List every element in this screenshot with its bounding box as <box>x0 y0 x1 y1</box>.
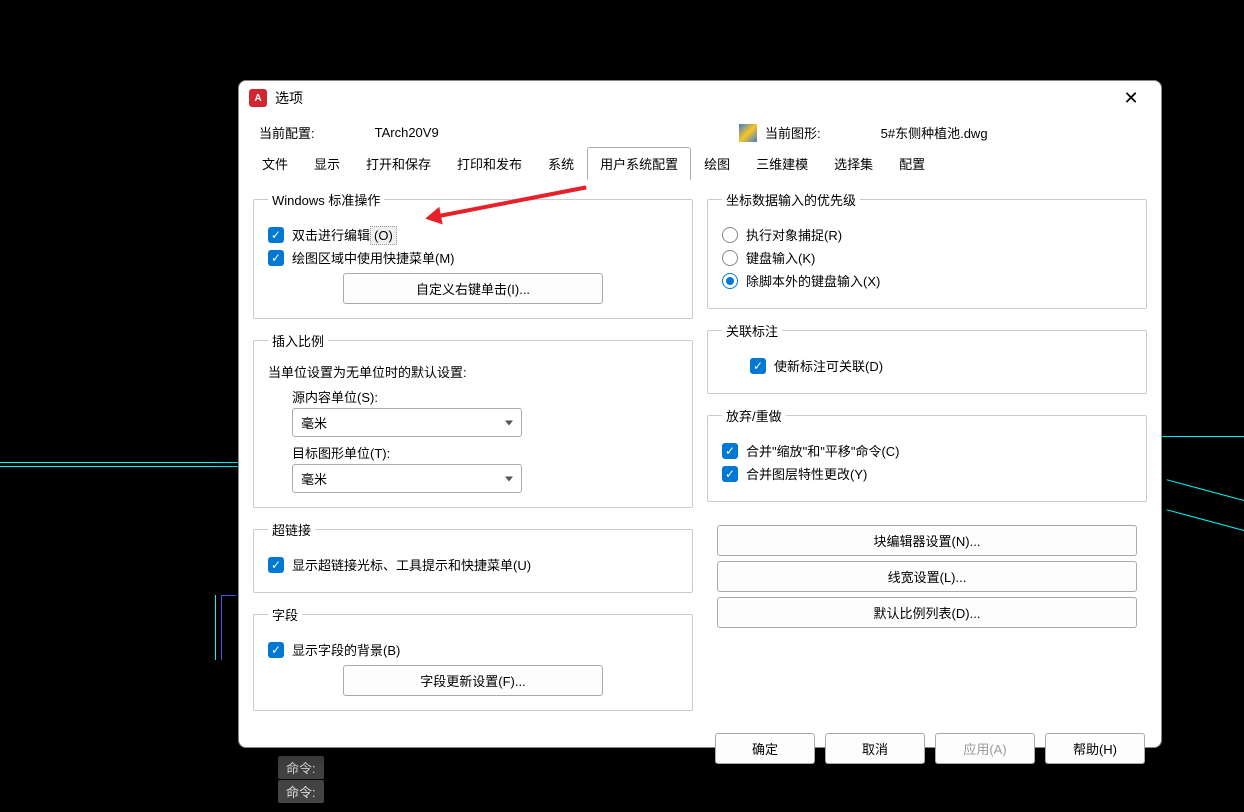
label-combine-zoom-pan: 合并"缩放"和"平移"命令(C) <box>746 441 900 460</box>
legend-windows-standard: Windows 标准操作 <box>268 190 384 209</box>
legend-fields: 字段 <box>268 605 302 624</box>
tab-3d-modeling[interactable]: 三维建模 <box>743 147 821 180</box>
legend-undo-redo: 放弃/重做 <box>722 406 786 425</box>
label-hyperlink-cursor: 显示超链接光标、工具提示和快捷菜单(U) <box>292 555 531 574</box>
label-keyboard: 键盘输入(K) <box>746 248 815 267</box>
label-keyboard-except-scripts: 除脚本外的键盘输入(X) <box>746 271 880 290</box>
legend-hyperlink: 超链接 <box>268 520 315 539</box>
checkbox-shortcut-menu[interactable] <box>268 250 284 266</box>
tabs: 文件 显示 打开和保存 打印和发布 系统 用户系统配置 绘图 三维建模 选择集 … <box>239 146 1161 180</box>
button-block-editor-settings[interactable]: 块编辑器设置(N)... <box>717 525 1137 556</box>
tab-display[interactable]: 显示 <box>301 147 353 180</box>
current-drawing-label: 当前图形: <box>765 123 821 142</box>
tab-profiles[interactable]: 配置 <box>886 147 938 180</box>
tab-system[interactable]: 系统 <box>535 147 587 180</box>
close-button[interactable]: ✕ <box>1111 84 1151 112</box>
current-config-value: TArch20V9 <box>375 125 439 140</box>
button-custom-right-click[interactable]: 自定义右键单击(I)... <box>343 273 603 304</box>
label-combine-layer-props: 合并图层特性更改(Y) <box>746 464 867 483</box>
legend-coord-priority: 坐标数据输入的优先级 <box>722 190 860 209</box>
group-insert-scale: 插入比例 当单位设置为无单位时的默认设置: 源内容单位(S): 毫米 目标图形单… <box>253 331 693 508</box>
radio-keyboard-except-scripts[interactable] <box>722 273 738 289</box>
checkbox-field-background[interactable] <box>268 642 284 658</box>
button-field-update-settings[interactable]: 字段更新设置(F)... <box>343 665 603 696</box>
insert-scale-desc: 当单位设置为无单位时的默认设置: <box>268 362 678 381</box>
label-field-background: 显示字段的背景(B) <box>292 640 400 659</box>
dialog-footer: 确定 取消 应用(A) 帮助(H) <box>239 721 1161 780</box>
options-dialog: A 选项 ✕ 当前配置: TArch20V9 当前图形: 5#东侧种植池.dwg… <box>238 80 1162 748</box>
button-lineweight-settings[interactable]: 线宽设置(L)... <box>717 561 1137 592</box>
label-target-units: 目标图形单位(T): <box>292 443 678 462</box>
titlebar: A 选项 ✕ <box>239 81 1161 115</box>
select-source-units[interactable]: 毫米 <box>292 408 522 437</box>
legend-assoc-dim: 关联标注 <box>722 321 782 340</box>
select-target-units[interactable]: 毫米 <box>292 464 522 493</box>
button-default-scale-list[interactable]: 默认比例列表(D)... <box>717 597 1137 628</box>
tab-drafting[interactable]: 绘图 <box>691 147 743 180</box>
group-hyperlink: 超链接 显示超链接光标、工具提示和快捷菜单(U) <box>253 520 693 593</box>
checkbox-assoc-dim[interactable] <box>750 358 766 374</box>
tab-selection[interactable]: 选择集 <box>821 147 886 180</box>
command-prefix: 命令: <box>278 780 324 803</box>
group-assoc-dim: 关联标注 使新标注可关联(D) <box>707 321 1147 394</box>
radio-osnap[interactable] <box>722 227 738 243</box>
config-row: 当前配置: TArch20V9 当前图形: 5#东侧种植池.dwg <box>239 115 1161 146</box>
legend-insert-scale: 插入比例 <box>268 331 328 350</box>
checkbox-combine-zoom-pan[interactable] <box>722 443 738 459</box>
tab-file[interactable]: 文件 <box>249 147 301 180</box>
checkbox-combine-layer-props[interactable] <box>722 466 738 482</box>
label-shortcut-menu: 绘图区域中使用快捷菜单(M) <box>292 248 455 267</box>
cancel-button[interactable]: 取消 <box>825 733 925 764</box>
app-icon: A <box>249 89 267 107</box>
tab-user-prefs[interactable]: 用户系统配置 <box>587 147 691 180</box>
checkbox-dblclick-edit[interactable] <box>268 227 284 243</box>
label-osnap: 执行对象捕捉(R) <box>746 225 842 244</box>
tab-plot-publish[interactable]: 打印和发布 <box>444 147 535 180</box>
apply-button[interactable]: 应用(A) <box>935 733 1035 764</box>
current-config-label: 当前配置: <box>259 123 315 142</box>
tab-open-save[interactable]: 打开和保存 <box>353 147 444 180</box>
group-undo-redo: 放弃/重做 合并"缩放"和"平移"命令(C) 合并图层特性更改(Y) <box>707 406 1147 502</box>
dialog-title: 选项 <box>275 88 1111 108</box>
label-assoc-dim: 使新标注可关联(D) <box>774 356 883 375</box>
label-source-units: 源内容单位(S): <box>292 387 678 406</box>
current-drawing-value: 5#东侧种植池.dwg <box>881 123 988 142</box>
dwg-icon <box>739 124 757 142</box>
ok-button[interactable]: 确定 <box>715 733 815 764</box>
help-button[interactable]: 帮助(H) <box>1045 733 1145 764</box>
group-fields: 字段 显示字段的背景(B) 字段更新设置(F)... <box>253 605 693 711</box>
label-dblclick-edit: 双击进行编辑(O) <box>292 225 397 244</box>
checkbox-hyperlink-cursor[interactable] <box>268 557 284 573</box>
group-coord-priority: 坐标数据输入的优先级 执行对象捕捉(R) 键盘输入(K) 除脚本外的键盘输入(X… <box>707 190 1147 309</box>
radio-keyboard[interactable] <box>722 250 738 266</box>
